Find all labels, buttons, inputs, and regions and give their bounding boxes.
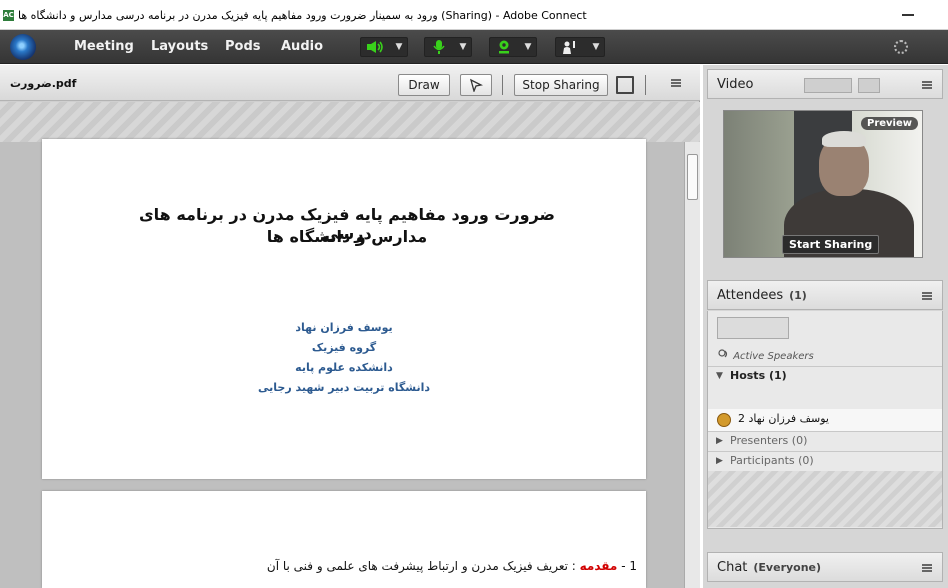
preview-badge: Preview bbox=[860, 117, 918, 130]
pod-menu-icon[interactable] bbox=[922, 564, 932, 572]
hosts-group[interactable]: ▼ Hosts (1) bbox=[708, 366, 942, 386]
pod-menu-icon[interactable] bbox=[922, 292, 932, 300]
menu-audio[interactable]: Audio bbox=[281, 39, 323, 54]
author-name: یوسف فرزان نهاد bbox=[295, 321, 393, 334]
active-speakers-label: Active Speakers bbox=[718, 349, 814, 362]
video-pod-title: Video bbox=[717, 77, 754, 92]
raise-hand-icon bbox=[559, 40, 581, 54]
section-text: : تعریف فیزیک مدرن و ارتباط پیشرفت های ع… bbox=[266, 559, 576, 573]
video-layout-icons[interactable] bbox=[804, 78, 852, 93]
section-number: 1 - bbox=[621, 559, 637, 573]
attendees-pod-header: Attendees (1) bbox=[707, 280, 943, 310]
chevron-right-icon: ▶ bbox=[716, 456, 723, 466]
window-title: ورود به سمینار ضرورت ورود مفاهیم پایه فی… bbox=[18, 9, 587, 22]
attendee-view-icons[interactable] bbox=[717, 317, 789, 339]
menu-bar: Meeting Layouts Pods Audio ▼ ▼ ▼ ▼ bbox=[0, 30, 948, 64]
microphone-icon bbox=[428, 40, 450, 54]
toolbar-separator bbox=[645, 75, 646, 95]
draw-button[interactable]: Draw bbox=[398, 74, 450, 96]
presenters-group[interactable]: ▶ Presenters (0) bbox=[708, 431, 942, 451]
menu-meeting[interactable]: Meeting bbox=[74, 39, 134, 54]
pod-menu-icon[interactable] bbox=[671, 79, 681, 87]
app-icon: AC bbox=[3, 10, 14, 21]
chat-pod-title: Chat (Everyone) bbox=[717, 560, 822, 575]
chevron-down-icon: ▼ bbox=[592, 42, 600, 52]
pdf-page-1: ضرورت ورود مفاهیم پایه فیزیک مدرن در برن… bbox=[42, 139, 646, 479]
chevron-down-icon: ▼ bbox=[459, 42, 467, 52]
microphone-control[interactable]: ▼ bbox=[424, 37, 472, 57]
chevron-down-icon: ▼ bbox=[524, 42, 532, 52]
section-highlight: مقدمه bbox=[579, 559, 618, 573]
chevron-right-icon: ▶ bbox=[716, 436, 723, 446]
minimize-button[interactable] bbox=[902, 14, 914, 16]
document-scrollbar[interactable] bbox=[684, 142, 700, 588]
author-department: گروه فیزیک bbox=[311, 341, 377, 354]
chevron-down-icon: ▼ bbox=[395, 42, 403, 52]
attendees-stripe bbox=[708, 471, 942, 527]
pdf-page-2: 1 - مقدمه : تعریف فیزیک مدرن و ارتباط پی… bbox=[42, 491, 646, 588]
right-column: Video Preview Start Sharing Attendees (1)… bbox=[703, 65, 948, 588]
menu-layouts[interactable]: Layouts bbox=[151, 39, 208, 54]
author-faculty: دانشکده علوم پایه bbox=[295, 361, 393, 374]
scroll-thumb[interactable] bbox=[687, 154, 698, 200]
share-pod-header: ضرورت.pdf Draw Stop Sharing bbox=[0, 65, 700, 101]
raise-hand-control[interactable]: ▼ bbox=[555, 37, 605, 57]
host-name: 2 یوسف فرزان نهاد bbox=[738, 412, 829, 425]
video-pod-header: Video bbox=[707, 69, 943, 99]
author-university: دانشگاه تربیت دبیر شهید رجایی bbox=[258, 381, 430, 394]
webcam-control[interactable]: ▼ bbox=[489, 37, 537, 57]
page-title-line2: مدارس و دانشگاه ها bbox=[266, 227, 428, 246]
logo-icon bbox=[10, 34, 36, 60]
attendees-list: Active Speakers ▼ Hosts (1) 2 یوسف فرزان… bbox=[707, 311, 943, 529]
pointer-icon bbox=[469, 78, 483, 95]
share-pod: ضرورت.pdf Draw Stop Sharing ضرورت ورود م… bbox=[0, 65, 700, 588]
chat-pod-header: Chat (Everyone) bbox=[707, 552, 943, 582]
toolbar-separator bbox=[502, 75, 503, 95]
host-user-icon bbox=[717, 413, 731, 427]
webcam-icon bbox=[493, 40, 515, 54]
speaker-control[interactable]: ▼ bbox=[360, 37, 408, 57]
start-sharing-button[interactable]: Start Sharing bbox=[782, 235, 880, 254]
stop-sharing-button[interactable]: Stop Sharing bbox=[514, 74, 608, 96]
menu-pods[interactable]: Pods bbox=[225, 39, 261, 54]
pointer-button[interactable] bbox=[460, 74, 492, 96]
activity-spinner-icon bbox=[894, 40, 908, 54]
share-stripe bbox=[0, 102, 700, 142]
document-name: ضرورت.pdf bbox=[10, 77, 77, 90]
speaker-icon bbox=[364, 40, 386, 54]
host-attendee-row[interactable]: 2 یوسف فرزان نهاد bbox=[708, 409, 942, 431]
webcam-video: Preview Start Sharing bbox=[723, 110, 923, 258]
speakers-icon bbox=[718, 349, 733, 362]
fit-page-icon[interactable] bbox=[616, 76, 634, 94]
chevron-down-icon: ▼ bbox=[716, 371, 723, 381]
section-heading: 1 - مقدمه : تعریف فیزیک مدرن و ارتباط پی… bbox=[257, 559, 637, 573]
video-fullscreen-icon[interactable] bbox=[858, 78, 880, 93]
participants-group[interactable]: ▶ Participants (0) bbox=[708, 451, 942, 471]
pod-menu-icon[interactable] bbox=[922, 81, 932, 89]
attendees-pod-title: Attendees (1) bbox=[717, 288, 807, 303]
window-titlebar: AC ورود به سمینار ضرورت ورود مفاهیم پایه… bbox=[0, 0, 948, 30]
